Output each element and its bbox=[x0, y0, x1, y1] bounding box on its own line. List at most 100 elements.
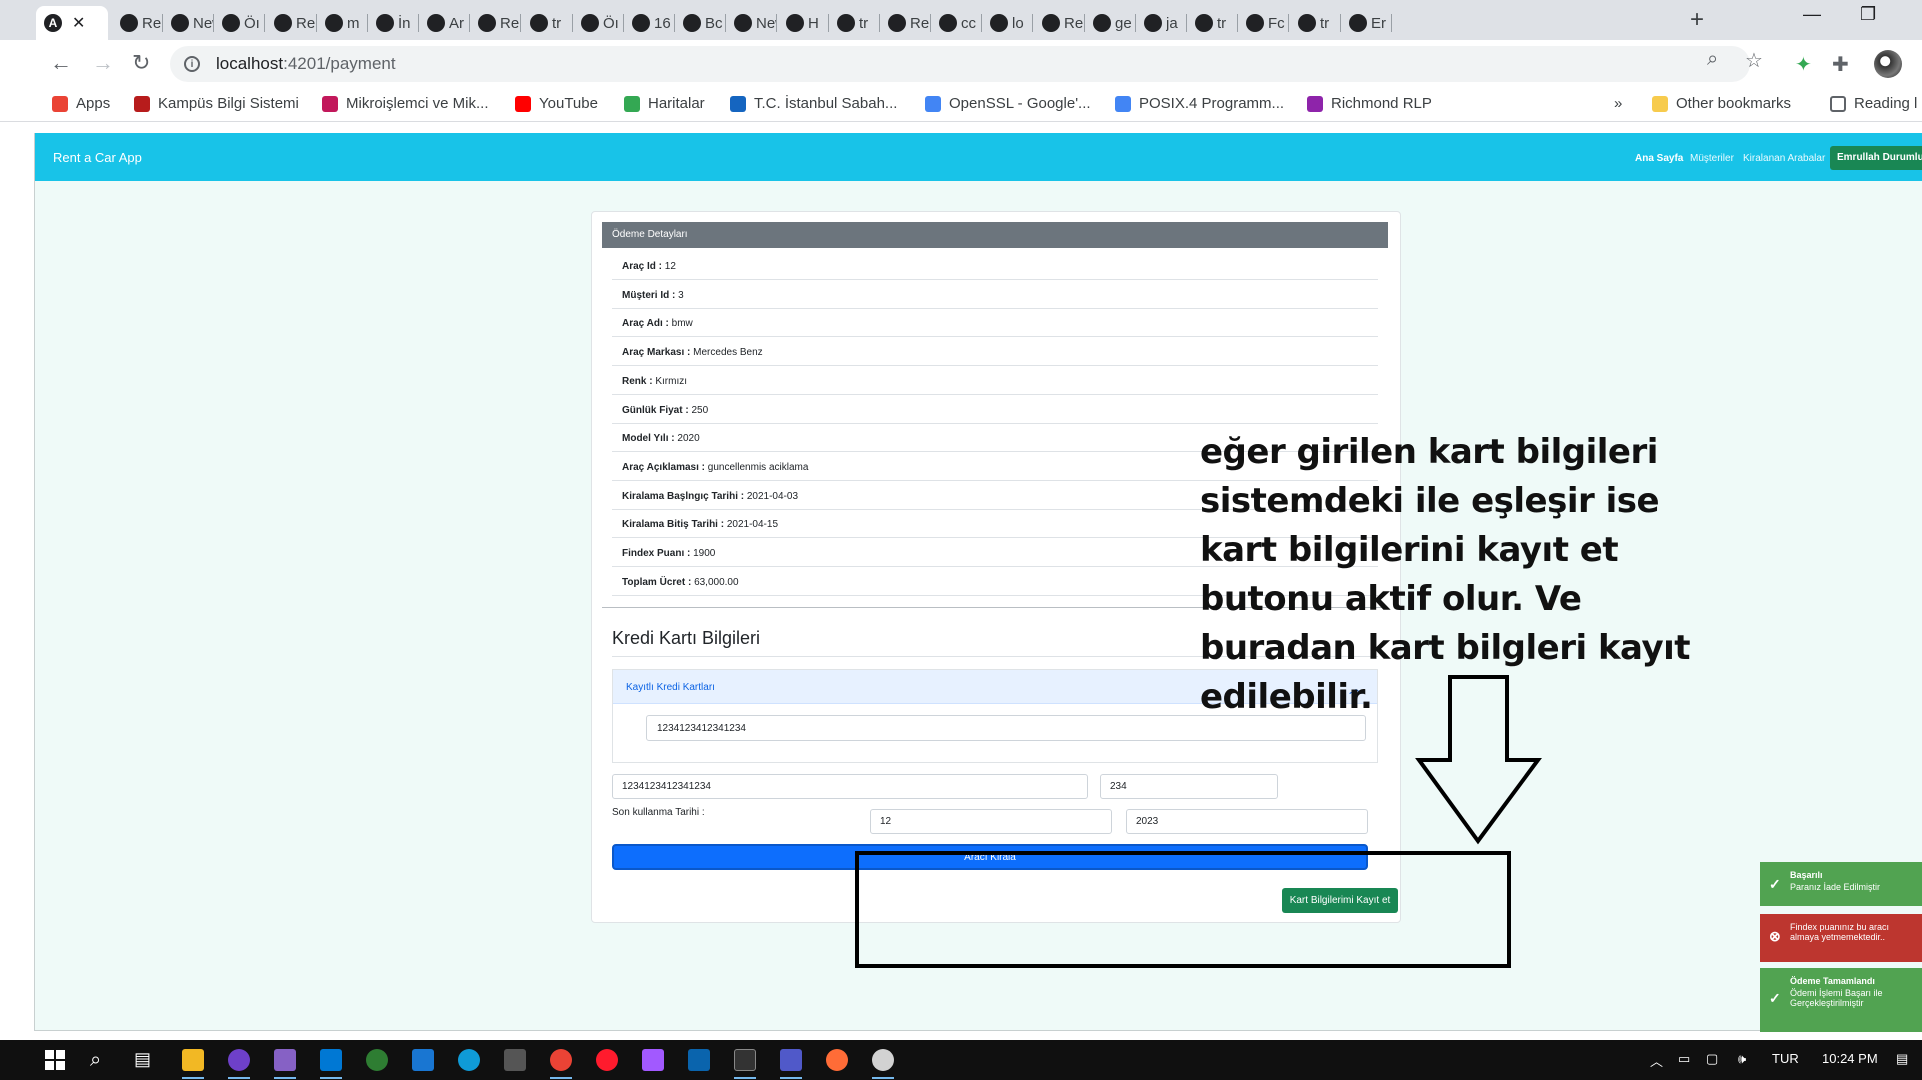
figma-icon[interactable] bbox=[642, 1049, 664, 1071]
forward-arrow-icon[interactable]: → bbox=[92, 50, 114, 76]
zoom-search-icon[interactable]: ⌕ bbox=[1707, 48, 1718, 71]
chrome-icon[interactable] bbox=[550, 1049, 572, 1071]
browser-tab-active[interactable]: A ✕ bbox=[36, 6, 108, 40]
browser-tab[interactable]: cc bbox=[931, 6, 982, 40]
browser-tab[interactable]: New T bbox=[163, 6, 214, 40]
reading-list[interactable]: Reading l bbox=[1830, 95, 1917, 112]
opera-icon[interactable] bbox=[596, 1049, 618, 1071]
running-indicator bbox=[780, 1077, 802, 1079]
browser-tab[interactable]: H bbox=[778, 6, 829, 40]
browser-tab[interactable]: ja bbox=[1136, 6, 1187, 40]
minimize-icon[interactable]: — bbox=[1803, 4, 1821, 25]
bookmark-item[interactable]: T.C. İstanbul Sabah... bbox=[730, 95, 897, 112]
browser-tab[interactable]: ge bbox=[1085, 6, 1136, 40]
task-view-icon[interactable]: ▤ bbox=[134, 1049, 156, 1071]
bookmark-item[interactable]: Apps bbox=[52, 95, 110, 112]
browser-tab[interactable]: Re bbox=[112, 6, 163, 40]
toast-error-findex[interactable]: ⊗ Findex puanınız bu aracı almaya yetmem… bbox=[1760, 914, 1922, 962]
toast-success-payment[interactable]: ✓ Ödeme Tamamlandı Ödemi İşlemi Başarı i… bbox=[1760, 968, 1922, 1032]
browser-tab[interactable]: Öı bbox=[214, 6, 265, 40]
search-icon[interactable]: ⌕ bbox=[90, 1049, 112, 1071]
bookmark-item[interactable]: OpenSSL - Google'... bbox=[925, 95, 1091, 112]
bookmark-item[interactable]: Kampüs Bilgi Sistemi bbox=[134, 95, 299, 112]
browser-tab[interactable]: Bc bbox=[675, 6, 726, 40]
language-indicator[interactable]: TUR bbox=[1772, 1051, 1799, 1066]
expiry-year-input[interactable]: 2023 bbox=[1126, 809, 1368, 834]
browser-tab[interactable]: tr bbox=[522, 6, 573, 40]
edge-icon[interactable] bbox=[458, 1049, 480, 1071]
mail-icon[interactable] bbox=[688, 1049, 710, 1071]
paint-icon[interactable] bbox=[872, 1049, 894, 1071]
browser-tab[interactable]: İn bbox=[368, 6, 419, 40]
bookmark-item[interactable]: Haritalar bbox=[624, 95, 705, 112]
app-brand[interactable]: Rent a Car App bbox=[53, 150, 142, 165]
address-bar[interactable]: i localhost:4201/payment bbox=[170, 46, 1750, 82]
browser-tab[interactable]: Fc bbox=[1238, 6, 1289, 40]
other-bookmarks-folder[interactable]: Other bookmarks bbox=[1652, 95, 1791, 112]
user-menu-button[interactable]: Emrullah Durumlu bbox=[1830, 146, 1922, 170]
tab-favicon-icon bbox=[1349, 14, 1367, 32]
back-arrow-icon[interactable]: ← bbox=[50, 50, 72, 76]
browser-tab[interactable]: Ar bbox=[419, 6, 470, 40]
bookmark-item[interactable]: POSIX.4 Programm... bbox=[1115, 95, 1284, 112]
tab-close-icon[interactable]: ✕ bbox=[72, 13, 85, 33]
card-number-input[interactable]: 1234123412341234 bbox=[612, 774, 1088, 799]
visual-studio-icon[interactable] bbox=[274, 1049, 296, 1071]
volume-icon[interactable]: 🕪 bbox=[1738, 1051, 1746, 1067]
clock[interactable]: 10:24 PM bbox=[1822, 1051, 1878, 1066]
browser-tab[interactable]: Er bbox=[1341, 6, 1392, 40]
bookmark-item[interactable]: Richmond RLP bbox=[1307, 95, 1432, 112]
notifications-icon[interactable]: ▤ bbox=[1896, 1051, 1908, 1067]
more-bookmarks-chevron[interactable]: » bbox=[1614, 95, 1622, 112]
tab-separator bbox=[264, 14, 265, 32]
browser-tab[interactable]: tr bbox=[1290, 6, 1341, 40]
browser-tab[interactable]: Re bbox=[1034, 6, 1085, 40]
nav-link-home[interactable]: Ana Sayfa bbox=[1635, 153, 1683, 164]
browser-tab[interactable]: Re bbox=[880, 6, 931, 40]
github-desktop-icon[interactable] bbox=[228, 1049, 250, 1071]
tab-favicon-icon bbox=[683, 14, 701, 32]
browser-tab[interactable]: m bbox=[317, 6, 368, 40]
extension-colorful-icon[interactable]: ✦ bbox=[1795, 52, 1812, 77]
extensions-puzzle-icon[interactable]: ✚ bbox=[1832, 52, 1849, 77]
maximize-icon[interactable]: ❐ bbox=[1860, 4, 1876, 25]
browser-tab[interactable]: 16 bbox=[624, 6, 675, 40]
browser-tab[interactable]: Öı bbox=[573, 6, 624, 40]
browser-tab[interactable]: New T bbox=[726, 6, 777, 40]
file-explorer-icon[interactable] bbox=[182, 1049, 204, 1071]
tray-chevron-up-icon[interactable]: ︿ bbox=[1650, 1051, 1663, 1070]
expiry-month-input[interactable]: 12 bbox=[870, 809, 1112, 834]
toast-success-refund[interactable]: ✓ Başarılı Paranız İade Edilmiştir bbox=[1760, 862, 1922, 906]
tab-separator bbox=[520, 14, 521, 32]
calculator-icon[interactable] bbox=[412, 1049, 434, 1071]
bookmark-item[interactable]: YouTube bbox=[515, 95, 598, 112]
annotation-highlight-box bbox=[855, 851, 1511, 968]
vscode-icon[interactable] bbox=[320, 1049, 342, 1071]
nav-link-rented-cars[interactable]: Kiralanan Arabalar bbox=[1743, 153, 1825, 164]
network-icon[interactable]: ▢ bbox=[1706, 1051, 1718, 1067]
gitkraken-icon[interactable] bbox=[366, 1049, 388, 1071]
cvv-input[interactable]: 234 bbox=[1100, 774, 1278, 799]
site-info-icon[interactable]: i bbox=[184, 56, 200, 72]
tab-title: m bbox=[347, 14, 360, 32]
postman-icon[interactable] bbox=[826, 1049, 848, 1071]
tab-title: tr bbox=[859, 14, 869, 32]
browser-tab[interactable]: tr bbox=[829, 6, 880, 40]
nav-link-customers[interactable]: Müşteriler bbox=[1690, 153, 1734, 164]
bookmark-label: Mikroişlemci ve Mik... bbox=[346, 95, 489, 112]
store-icon[interactable] bbox=[504, 1049, 526, 1071]
teams-icon[interactable] bbox=[780, 1049, 802, 1071]
browser-tab[interactable]: lo bbox=[982, 6, 1033, 40]
browser-tab[interactable]: Re bbox=[266, 6, 317, 40]
bookmark-star-icon[interactable]: ☆ bbox=[1745, 48, 1763, 73]
browser-tab[interactable]: Re bbox=[470, 6, 521, 40]
angular-icon: A bbox=[44, 14, 62, 32]
profile-avatar[interactable] bbox=[1874, 50, 1902, 78]
reload-icon[interactable]: ↻ bbox=[132, 50, 150, 76]
browser-tab[interactable]: tr bbox=[1187, 6, 1238, 40]
battery-icon[interactable]: ▭ bbox=[1678, 1051, 1690, 1067]
new-tab-plus-icon[interactable]: + bbox=[1690, 6, 1704, 34]
terminal-icon[interactable] bbox=[734, 1049, 756, 1071]
windows-start-icon[interactable] bbox=[44, 1049, 66, 1071]
bookmark-item[interactable]: Mikroişlemci ve Mik... bbox=[322, 95, 489, 112]
